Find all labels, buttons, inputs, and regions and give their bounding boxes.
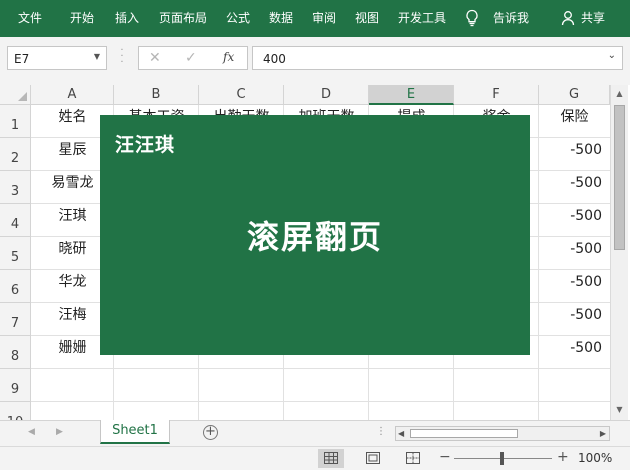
row-header-2[interactable]: 2 xyxy=(0,138,31,171)
row-header-9[interactable]: 9 xyxy=(0,369,31,402)
formula-buttons: ✕ ✓ fx xyxy=(138,46,248,70)
horizontal-scrollbar[interactable]: ◀ ▶ xyxy=(395,426,610,441)
row-header-8[interactable]: 8 xyxy=(0,336,31,369)
cell-g4[interactable]: -500 xyxy=(539,200,610,233)
row-header-6[interactable]: 6 xyxy=(0,270,31,303)
tab-data[interactable]: 数据 xyxy=(269,11,293,25)
formula-input[interactable]: 400 ⌄ xyxy=(252,46,623,70)
share-button[interactable]: 共享 xyxy=(581,11,605,25)
select-all-triangle-icon xyxy=(18,92,27,101)
select-all-corner[interactable] xyxy=(0,85,31,105)
row-header-4[interactable]: 4 xyxy=(0,204,31,237)
tab-view[interactable]: 视图 xyxy=(355,11,379,25)
gridline xyxy=(31,368,610,369)
zoom-in-button[interactable]: + xyxy=(557,449,569,465)
overlay-title: 滚屏翻页 xyxy=(246,218,383,256)
tab-formulas[interactable]: 公式 xyxy=(226,11,250,25)
row-header-7[interactable]: 7 xyxy=(0,303,31,336)
scroll-right-icon[interactable]: ▶ xyxy=(600,427,606,440)
sheet-tab-sheet1[interactable]: Sheet1 xyxy=(100,420,170,444)
vertical-scroll-thumb[interactable] xyxy=(614,105,625,250)
tab-developer[interactable]: 开发工具 xyxy=(398,11,446,25)
chevron-down-icon[interactable]: ▼ xyxy=(94,52,100,61)
name-box-value: E7 xyxy=(14,52,30,66)
cell-g8[interactable]: -500 xyxy=(539,332,610,365)
scroll-left-icon[interactable]: ◀ xyxy=(398,427,404,440)
cell-g2[interactable]: -500 xyxy=(539,134,610,167)
lightbulb-icon[interactable] xyxy=(465,9,479,27)
status-bar: − + 100% xyxy=(0,446,630,470)
share-person-icon[interactable] xyxy=(561,10,577,26)
sheet-prev-icon[interactable]: ◀ xyxy=(28,427,35,437)
formula-bar-area: E7 ▼ · · · ✕ ✓ fx 400 ⌄ xyxy=(0,37,630,85)
row-header-1[interactable]: 1 xyxy=(0,105,31,138)
cell-g6[interactable]: -500 xyxy=(539,266,610,299)
scroll-up-icon[interactable]: ▲ xyxy=(611,87,628,101)
scroll-down-icon[interactable]: ▼ xyxy=(611,403,628,417)
zoom-slider-thumb[interactable] xyxy=(500,452,504,465)
expand-chevron-icon[interactable]: ⌄ xyxy=(608,50,616,61)
tab-splitter-icon[interactable]: ⋮ xyxy=(376,426,386,437)
normal-view-icon[interactable] xyxy=(318,449,344,468)
cell-g3[interactable]: -500 xyxy=(539,167,610,200)
row-header-3[interactable]: 3 xyxy=(0,171,31,204)
insert-function-button[interactable]: fx xyxy=(223,50,234,64)
zoom-level[interactable]: 100% xyxy=(578,451,612,465)
enter-check-icon[interactable]: ✓ xyxy=(185,50,197,66)
add-sheet-button[interactable]: + xyxy=(203,425,218,440)
drag-handle-icon[interactable]: · · · xyxy=(119,46,125,68)
horizontal-scroll-thumb[interactable] xyxy=(410,429,518,438)
cell-g5[interactable]: -500 xyxy=(539,233,610,266)
sheet-next-icon[interactable]: ▶ xyxy=(56,427,63,437)
page-layout-view-icon[interactable] xyxy=(360,449,386,468)
row-header-5[interactable]: 5 xyxy=(0,237,31,270)
vertical-scrollbar[interactable]: ▲ ▼ xyxy=(610,85,628,420)
tab-home[interactable]: 开始 xyxy=(70,11,94,25)
gridline xyxy=(31,401,610,402)
ribbon-tab-bar: 文件 开始 插入 页面布局 公式 数据 审阅 视图 开发工具 告诉我 共享 xyxy=(0,0,630,37)
tab-insert[interactable]: 插入 xyxy=(115,11,139,25)
tell-me-search[interactable]: 告诉我 xyxy=(493,11,529,25)
sheet-tab-bar: ◀ ▶ Sheet1 + ⋮ ◀ ▶ xyxy=(0,420,630,446)
cell-g1[interactable]: 保险 xyxy=(539,101,610,134)
tab-review[interactable]: 审阅 xyxy=(312,11,336,25)
title-overlay-banner: 汪汪琪 滚屏翻页 xyxy=(100,115,530,355)
formula-value: 400 xyxy=(263,52,286,66)
watermark-text: 汪汪琪 xyxy=(115,134,176,156)
tab-file[interactable]: 文件 xyxy=(18,11,42,25)
tab-page-layout[interactable]: 页面布局 xyxy=(159,11,207,25)
cell-g7[interactable]: -500 xyxy=(539,299,610,332)
row-header-10[interactable]: 10 xyxy=(0,402,31,420)
cancel-icon[interactable]: ✕ xyxy=(149,50,161,66)
page-break-view-icon[interactable] xyxy=(400,449,426,468)
zoom-out-button[interactable]: − xyxy=(439,449,451,465)
name-box[interactable]: E7 ▼ xyxy=(7,46,107,70)
